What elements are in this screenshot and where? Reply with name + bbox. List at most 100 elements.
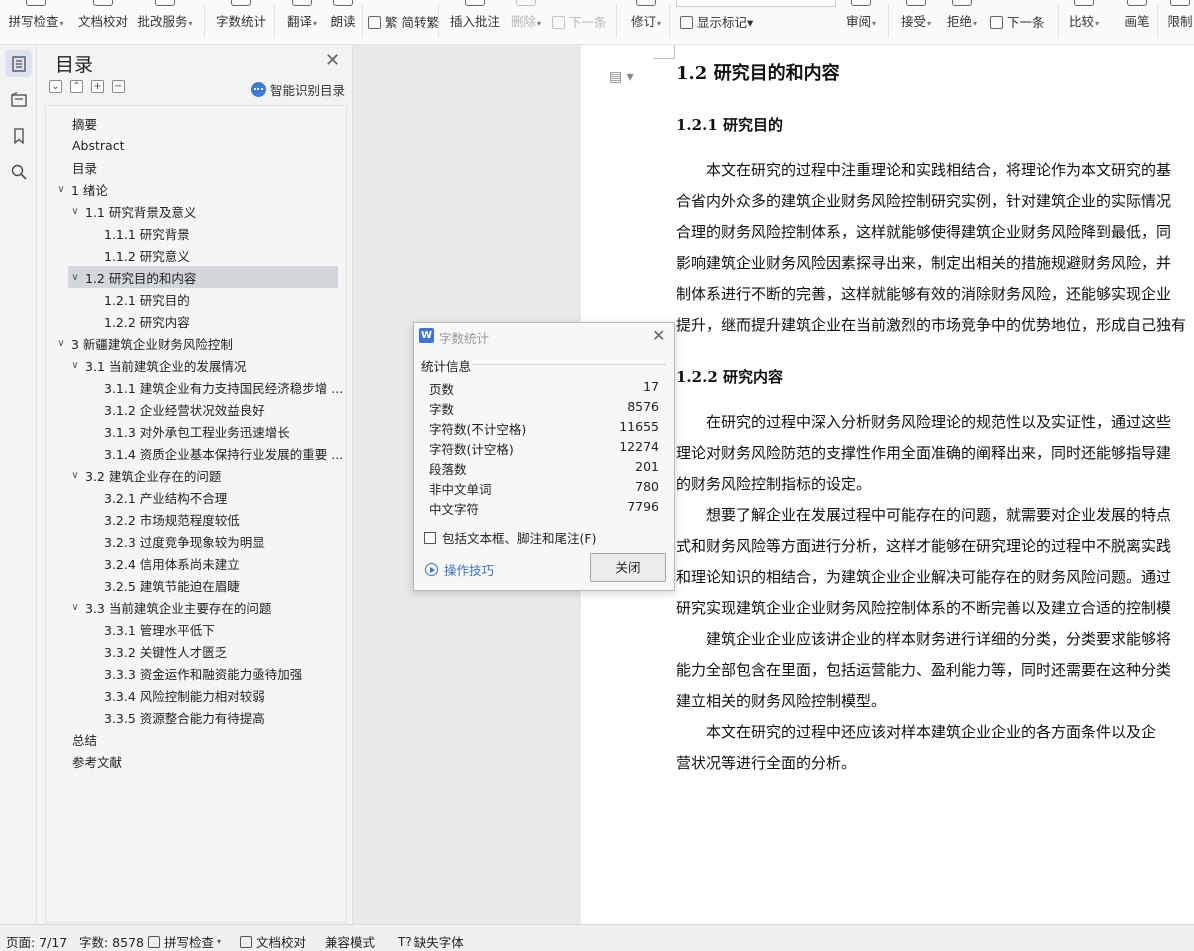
toc-item[interactable]: 摘要 [72, 112, 342, 134]
ribbon-separator [438, 4, 439, 38]
word-count-button[interactable]: 字数统计 [214, 0, 268, 44]
next-change-button[interactable]: 下一条 [990, 12, 1045, 31]
insert-comment-button[interactable]: 插入批注 [448, 0, 502, 44]
smart-toc-button[interactable]: 智能识别目录 [251, 80, 345, 99]
stat-value: 7796 [627, 499, 659, 514]
toc-item-label: 3.1.3 对外承包工程业务迅速增长 [104, 424, 290, 440]
toc-item[interactable]: 3.1.3 对外承包工程业务迅速增长 [104, 420, 342, 442]
spell-check-button[interactable]: 拼写检查▾ [6, 0, 66, 44]
translate-button[interactable]: 翻译▾ [284, 0, 320, 44]
toc-item[interactable]: 3.3.3 资金运作和融资能力亟待加强 [104, 662, 342, 684]
chevron-down-icon[interactable]: ∨ [68, 360, 82, 371]
toc-item[interactable]: ∨ 3.2 建筑企业存在的问题 [68, 464, 342, 486]
pen-button[interactable]: 画笔 [1124, 0, 1150, 44]
toc-item[interactable]: 3.3.2 关键性人才匮乏 [104, 640, 342, 662]
toc-item[interactable]: 3.2.4 信用体系尚未建立 [104, 552, 342, 574]
read-aloud-button[interactable]: 朗读 [328, 0, 358, 44]
toc-item[interactable]: 3.1.1 建筑企业有力支持国民经济稳步增 ... [104, 376, 342, 398]
chevron-down-icon[interactable]: ∨ [54, 338, 68, 349]
toc-item[interactable]: 3.3.5 资源整合能力有待提高 [104, 706, 342, 728]
dialog-titlebar[interactable]: W 字数统计 ✕ [414, 323, 674, 349]
simplified-traditional-button[interactable]: 繁 简转繁 [368, 12, 439, 31]
remove-heading-button[interactable]: − [112, 80, 125, 93]
toc-item-label: 总结 [72, 732, 98, 748]
toc-item[interactable]: ∨ 1.1 研究背景及意义 [68, 200, 342, 222]
word-count-indicator[interactable]: 字数: 8578 [79, 932, 144, 951]
track-changes-button[interactable]: 修订▾ [627, 0, 665, 44]
page-indicator[interactable]: 页面: 7/17 [6, 932, 67, 951]
toc-item[interactable]: ∨ 3.1 当前建筑企业的发展情况 [68, 354, 342, 376]
toc-item[interactable]: ∨ 3.3 当前建筑企业主要存在的问题 [68, 596, 342, 618]
toc-item-label: 目录 [72, 160, 98, 176]
spell-check-status[interactable]: 拼写检查 ▾ [148, 932, 221, 951]
toc-item[interactable]: ∨ 1 绪论 [54, 178, 342, 200]
markup-select-box[interactable] [676, 0, 836, 7]
accept-button[interactable]: 接受▾ [898, 0, 934, 44]
toc-item[interactable]: Abstract [72, 134, 342, 156]
toc-item[interactable]: ∨ 3 新疆建筑企业财务风险控制 [54, 332, 342, 354]
chevron-down-icon[interactable]: ∨ [68, 206, 82, 217]
checkbox-icon[interactable] [424, 531, 436, 544]
close-button[interactable]: 关闭 [590, 553, 666, 582]
paragraph-menu-icon[interactable]: ▤ ▾ [609, 69, 634, 85]
ribbon-label: 下一条 [569, 15, 607, 30]
stats-section-label: 统计信息 [421, 359, 472, 374]
toc-item[interactable]: 总结 [72, 728, 342, 750]
toc-item-label: 3.2.2 市场规范程度较低 [104, 512, 240, 528]
toc-item[interactable]: 1.2.1 研究目的 [104, 288, 342, 310]
outline-icon[interactable] [5, 86, 32, 113]
toc-item-label: 3.2.4 信用体系尚未建立 [104, 556, 240, 572]
toc-panel: 目录 ✕ ⌄ ⌃ + − 智能识别目录 摘要 Abstract 目录 ∨ 1 绪论 ∨ 1.… [37, 45, 353, 924]
chevron-down-icon[interactable]: ∨ [68, 602, 82, 613]
compat-mode-status[interactable]: 兼容模式 [325, 932, 375, 951]
compare-button[interactable]: 比较▾ [1066, 0, 1102, 44]
bookmark-icon[interactable] [5, 122, 32, 149]
toc-item[interactable]: 目录 [72, 156, 342, 178]
chevron-down-icon: ▾ [927, 19, 932, 28]
toc-item[interactable]: 3.1.4 资质企业基本保持行业发展的重要 ... [104, 442, 342, 464]
collapse-all-button[interactable]: ⌄ [49, 80, 62, 93]
chevron-down-icon[interactable]: ∨ [54, 184, 68, 195]
toc-item[interactable]: 3.2.2 市场规范程度较低 [104, 508, 342, 530]
review-service-button[interactable]: 批改服务▾ [135, 0, 195, 44]
stat-label: 中文字符 [429, 502, 480, 517]
next-comment-button[interactable]: 下一条 [552, 12, 607, 31]
toc-item[interactable]: 3.3.4 风险控制能力相对较弱 [104, 684, 342, 706]
show-markup-button[interactable]: 显示标记▾ [680, 12, 753, 31]
add-heading-button[interactable]: + [91, 80, 104, 93]
reject-button[interactable]: 拒绝▾ [944, 0, 980, 44]
toc-item[interactable]: ∨ 1.2 研究目的和内容 [68, 266, 338, 288]
include-textbox-checkbox[interactable]: 包括文本框、脚注和尾注(F) [424, 528, 596, 547]
missing-font-status[interactable]: T? 缺失字体 [398, 932, 464, 951]
chevron-down-icon[interactable]: ∨ [68, 272, 82, 283]
proofread-status[interactable]: 文档校对 [240, 932, 306, 951]
close-icon[interactable]: ✕ [325, 50, 340, 71]
ribbon-label: 拒绝 [946, 14, 972, 29]
toc-item[interactable]: 参考文献 [72, 750, 342, 772]
chevron-down-icon: ▾ [1095, 19, 1100, 28]
chevron-down-icon: ▾ [188, 19, 193, 28]
review-pane-button[interactable]: 审阅▾ [843, 0, 879, 44]
restrict-button[interactable]: 限制 [1166, 0, 1194, 44]
toc-item-label: 3.1.4 资质企业基本保持行业发展的重要 ... [104, 446, 342, 462]
search-icon[interactable] [5, 158, 32, 185]
toc-icon[interactable] [5, 50, 32, 77]
heading-1-2-1: 1.2.1 研究目的 [676, 116, 783, 134]
tips-link[interactable]: 操作技巧 [425, 560, 494, 579]
chevron-down-icon[interactable]: ∨ [68, 470, 82, 481]
toc-item[interactable]: 3.2.5 建筑节能迫在眉睫 [104, 574, 342, 596]
toc-item[interactable]: 3.2.1 产业结构不合理 [104, 486, 342, 508]
toc-item[interactable]: 1.1.1 研究背景 [104, 222, 342, 244]
toc-item[interactable]: 1.1.2 研究意义 [104, 244, 342, 266]
toc-item[interactable]: 3.3.1 管理水平低下 [104, 618, 342, 640]
delete-comment-button[interactable]: 删除▾ [508, 0, 544, 44]
expand-all-button[interactable]: ⌃ [70, 80, 83, 93]
close-icon[interactable]: ✕ [652, 326, 665, 345]
proofread-icon [240, 935, 252, 948]
doc-proofread-button[interactable]: 文档校对 [76, 0, 130, 44]
toc-item[interactable]: 1.2.2 研究内容 [104, 310, 342, 332]
toc-item[interactable]: 3.1.2 企业经营状况效益良好 [104, 398, 342, 420]
toc-item-label: 1 绪论 [71, 182, 108, 198]
toc-item-label: 1.1.1 研究背景 [104, 226, 190, 242]
toc-item[interactable]: 3.2.3 过度竞争现象较为明显 [104, 530, 342, 552]
